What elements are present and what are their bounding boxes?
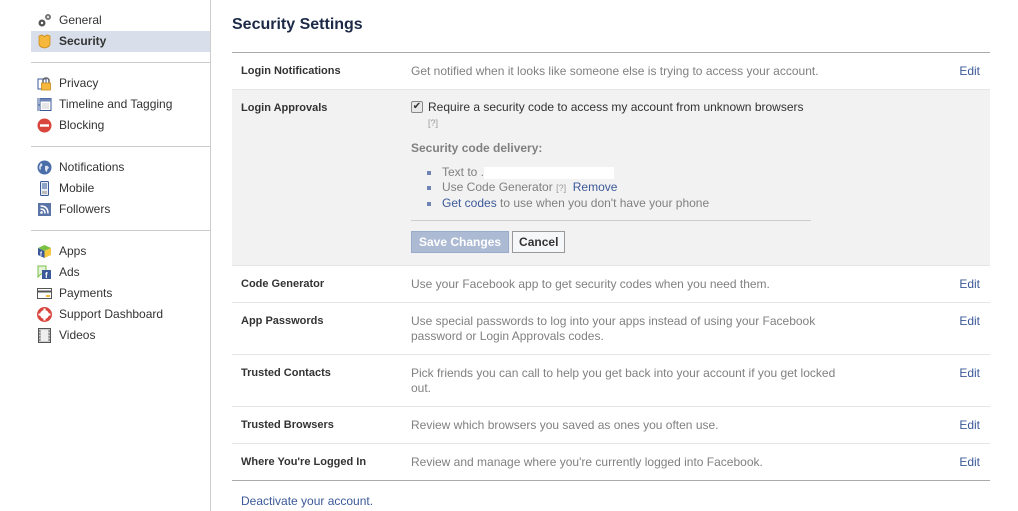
setting-description: Review and manage where you're currently…	[411, 455, 763, 469]
remove-code-generator-link[interactable]: Remove	[573, 180, 618, 194]
edit-where-logged-in-link[interactable]: Edit	[959, 455, 980, 469]
lifebuoy-icon	[37, 307, 52, 322]
setting-row-login-notifications: Login Notifications Get notified when it…	[232, 53, 990, 89]
require-code-option: ✔ Require a security code to access my a…	[411, 100, 811, 131]
sidebar-item-privacy[interactable]: Privacy	[0, 73, 210, 94]
settings-list: Login Notifications Get notified when it…	[232, 52, 990, 481]
sidebar-item-label: Notifications	[59, 160, 125, 174]
sidebar-item-support-dashboard[interactable]: Support Dashboard	[0, 304, 210, 325]
sidebar-item-followers[interactable]: Followers	[0, 199, 210, 220]
sidebar-item-label: Security	[59, 34, 107, 48]
sidebar-item-payments[interactable]: Payments	[0, 283, 210, 304]
setting-row-login-approvals: Login Approvals ✔ Require a security cod…	[232, 89, 990, 265]
mobile-phone-icon	[40, 181, 49, 196]
security-settings-panel: Security Settings Login Notifications Ge…	[232, 0, 990, 508]
settings-sidebar: General Security Privacy Timeline and Ta…	[0, 0, 211, 511]
nav-group-account: General Security	[0, 0, 210, 52]
setting-row-where-logged-in: Where You're Logged In Review and manage…	[232, 443, 990, 480]
sidebar-item-general[interactable]: General	[0, 10, 210, 31]
padlock-icon	[37, 77, 51, 91]
nav-group-privacy: Privacy Timeline and Tagging Blocking	[0, 73, 210, 136]
sidebar-item-label: Videos	[59, 328, 96, 342]
sidebar-item-blocking[interactable]: Blocking	[0, 115, 210, 136]
sidebar-item-label: Followers	[59, 202, 111, 216]
edit-trusted-contacts-link[interactable]: Edit	[959, 366, 980, 380]
get-codes-description: to use when you don't have your phone	[496, 196, 710, 210]
delivery-option-get-codes: Get codes to use when you don't have you…	[425, 196, 811, 211]
delivery-options: Text to . Use Code Generator [?] Remove …	[411, 165, 811, 211]
sidebar-item-label: Ads	[59, 265, 80, 279]
sidebar-item-label: Mobile	[59, 181, 95, 195]
setting-row-trusted-browsers: Trusted Browsers Review which browsers y…	[232, 406, 990, 443]
sidebar-divider	[31, 62, 210, 63]
sidebar-item-label: Payments	[59, 286, 113, 300]
delivery-option-code-generator: Use Code Generator [?] Remove	[425, 180, 811, 196]
setting-label: Trusted Browsers	[241, 419, 334, 431]
ads-icon: f	[37, 265, 51, 280]
sidebar-item-timeline-and-tagging[interactable]: Timeline and Tagging	[0, 94, 210, 115]
edit-app-passwords-link[interactable]: Edit	[959, 314, 980, 328]
rss-icon	[38, 203, 51, 216]
delivery-option-text: Text to .	[425, 165, 811, 180]
sidebar-item-ads[interactable]: f Ads	[0, 262, 210, 283]
sidebar-divider	[31, 230, 210, 231]
sidebar-item-mobile[interactable]: Mobile	[0, 178, 210, 199]
edit-trusted-browsers-link[interactable]: Edit	[959, 418, 980, 432]
help-link[interactable]: [?]	[428, 118, 438, 128]
setting-label: Login Approvals	[241, 102, 328, 114]
sidebar-item-label: Apps	[59, 244, 87, 258]
sidebar-item-label: General	[59, 13, 102, 27]
setting-row-app-passwords: App Passwords Use special passwords to l…	[232, 302, 990, 354]
get-codes-link[interactable]: Get codes	[442, 196, 497, 210]
deactivate-account-link[interactable]: Deactivate your account.	[241, 494, 373, 508]
nav-group-notifications: Notifications Mobile Followers	[0, 157, 210, 220]
login-approvals-form: ✔ Require a security code to access my a…	[411, 90, 811, 265]
sidebar-item-notifications[interactable]: Notifications	[0, 157, 210, 178]
setting-description: Get notified when it looks like someone …	[411, 64, 819, 78]
sidebar-item-videos[interactable]: Videos	[0, 325, 210, 346]
setting-label: Login Notifications	[241, 65, 341, 77]
edit-login-notifications-link[interactable]: Edit	[959, 64, 980, 78]
form-divider	[411, 220, 811, 221]
sidebar-divider	[31, 146, 210, 147]
code-generator-label: Use Code Generator	[442, 180, 553, 194]
help-link[interactable]: [?]	[556, 183, 566, 193]
setting-label: Code Generator	[241, 278, 325, 290]
setting-label: App Passwords	[241, 315, 324, 327]
shield-icon	[38, 34, 51, 49]
credit-card-icon	[37, 288, 52, 299]
svg-text:f: f	[45, 271, 48, 280]
setting-description: Pick friends you can call to help you ge…	[411, 366, 836, 395]
setting-description: Use your Facebook app to get security co…	[411, 277, 770, 291]
apps-cube-icon: f	[38, 245, 51, 258]
setting-row-trusted-contacts: Trusted Contacts Pick friends you can ca…	[232, 354, 990, 406]
nav-group-apps: f Apps f Ads Payments Support Dashboard …	[0, 241, 210, 346]
cancel-button[interactable]: Cancel	[512, 231, 566, 253]
sidebar-item-label: Blocking	[59, 118, 105, 132]
sidebar-item-label: Support Dashboard	[59, 307, 164, 321]
text-to-label: Text to .	[442, 165, 485, 179]
gears-icon	[38, 14, 51, 27]
globe-icon	[37, 160, 52, 175]
page-title: Security Settings	[232, 16, 363, 33]
timeline-icon	[37, 98, 52, 111]
setting-row-code-generator: Code Generator Use your Facebook app to …	[232, 265, 990, 302]
redacted-phone-number	[484, 166, 615, 179]
blocking-icon	[37, 118, 52, 133]
sidebar-item-label: Timeline and Tagging	[59, 97, 173, 111]
sidebar-item-security[interactable]: Security	[31, 31, 210, 52]
edit-code-generator-link[interactable]: Edit	[959, 277, 980, 291]
delivery-title: Security code delivery:	[411, 141, 543, 155]
setting-label: Where You're Logged In	[241, 456, 367, 468]
save-changes-button[interactable]: Save Changes	[411, 231, 510, 253]
require-code-label: Require a security code to access my acc…	[428, 100, 804, 114]
setting-label: Trusted Contacts	[241, 367, 331, 379]
setting-description: Use special passwords to log into your a…	[411, 314, 816, 343]
require-code-checkbox[interactable]: ✔	[411, 101, 423, 113]
setting-description: Review which browsers you saved as ones …	[411, 418, 719, 432]
sidebar-item-apps[interactable]: f Apps	[0, 241, 210, 262]
sidebar-item-label: Privacy	[59, 76, 99, 90]
film-icon	[38, 328, 51, 343]
